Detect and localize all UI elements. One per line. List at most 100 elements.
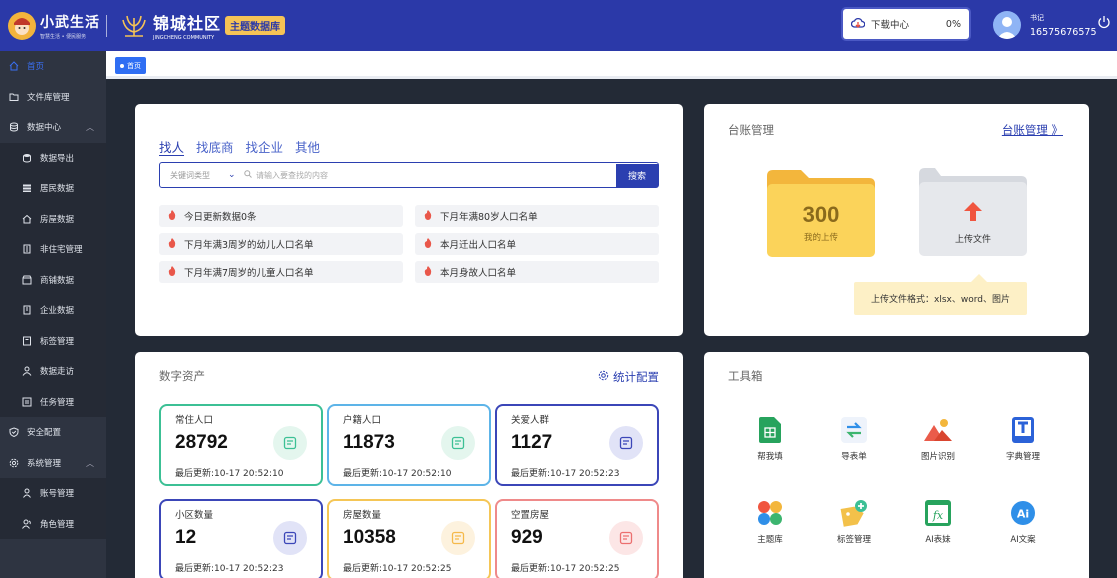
sidebar-item-system-management[interactable]: 系统管理 ︿ — [0, 448, 106, 479]
sidebar-item-enterprise-data[interactable]: 企业数据 — [0, 295, 106, 326]
brand2-title: 锦城社区 — [153, 14, 222, 33]
tool-tag-management[interactable]: 标签管理 — [824, 499, 884, 545]
fire-icon — [424, 265, 432, 279]
brand-jingcheng-logo[interactable]: 锦城社区 JINGCHENG COMMUNITY 主题数据库 — [119, 10, 286, 41]
sidebar-item-security-config[interactable]: 安全配置 — [0, 417, 106, 448]
tool-import-form[interactable]: 导表单 — [824, 416, 884, 462]
sidebar-item-label: 角色管理 — [40, 519, 75, 530]
asset-stat-value: 28792 — [175, 432, 228, 453]
quick-link[interactable]: 下月年满80岁人口名单 — [415, 205, 659, 227]
tool-dictionary-management[interactable]: 字典管理 — [993, 416, 1053, 462]
upload-format-tooltip: 上传文件格式：xlsx、word、图片 — [854, 274, 1027, 315]
gear-icon — [9, 458, 19, 468]
sidebar-item-task-management[interactable]: 任务管理 — [0, 387, 106, 418]
search-bar: 关键词类型 ⌄ 请输入要查找的内容 搜索 — [159, 162, 659, 188]
fire-icon — [168, 265, 176, 279]
topic-database-badge: 主题数据库 — [225, 16, 286, 35]
user-role: 书记 — [1030, 14, 1044, 22]
sidebar-item-label: 文件库管理 — [27, 92, 70, 103]
search-tab-other[interactable]: 其他 — [295, 137, 320, 156]
tag-icon — [22, 336, 32, 346]
ledger-management-link[interactable]: 台账管理 》 — [1002, 122, 1063, 138]
svg-text:Ai: Ai — [1017, 508, 1029, 521]
sidebar-item-tag-management[interactable]: 标签管理 — [0, 326, 106, 357]
asset-stat-card[interactable]: 房屋数量 10358 最后更新:10-17 20:52:25 — [327, 499, 491, 578]
stat-config-button[interactable]: 统计配置 — [598, 369, 659, 385]
asset-stat-card[interactable]: 空置房屋 929 最后更新:10-17 20:52:25 — [495, 499, 659, 578]
sidebar-item-file-library[interactable]: 文件库管理 — [0, 82, 106, 113]
tool-label: 字典管理 — [1005, 452, 1040, 462]
asset-stat-card[interactable]: 关爱人群 1127 最后更新:10-17 20:52:23 — [495, 404, 659, 486]
sidebar-item-label: 系统管理 — [27, 458, 62, 469]
gear-icon — [598, 370, 609, 384]
upload-file-folder[interactable]: 上传文件 — [919, 168, 1027, 256]
quick-link-label: 本月迁出人口名单 — [440, 240, 517, 251]
sidebar-item-resident-data[interactable]: 居民数据 — [0, 173, 106, 204]
my-upload-label: 我的上传 — [803, 233, 838, 243]
dictionary-book-icon — [1009, 416, 1037, 444]
download-center-label: 下载中心 — [871, 20, 910, 31]
sidebar-item-label: 数据走访 — [40, 367, 75, 378]
brand1-title: 小武生活 — [40, 14, 100, 31]
tool-ai-table-helper[interactable]: fx AI表妹 — [908, 499, 968, 545]
my-uploads-folder[interactable]: 300 我的上传 — [767, 170, 875, 257]
asset-stat-label: 户籍人口 — [343, 415, 382, 426]
sidebar-item-data-export[interactable]: 数据导出 — [0, 143, 106, 174]
search-input-placeholder: 请输入要查找的内容 — [256, 170, 328, 180]
asset-stat-card[interactable]: 户籍人口 11873 最后更新:10-17 20:52:10 — [327, 404, 491, 486]
quick-link-label: 今日更新数据0条 — [184, 212, 257, 223]
sidebar-item-account-management[interactable]: 账号管理 — [0, 478, 106, 509]
tool-label: 主题库 — [757, 535, 783, 545]
fire-icon — [168, 209, 176, 223]
sidebar-item-role-management[interactable]: 角色管理 — [0, 509, 106, 540]
svg-text:fx: fx — [932, 509, 944, 522]
tool-topic-library[interactable]: 主题库 — [740, 499, 800, 545]
sidebar-item-house-data[interactable]: 房屋数据 — [0, 204, 106, 235]
house-icon — [22, 214, 32, 224]
asset-stat-updated: 最后更新:10-17 20:52:10 — [343, 469, 452, 479]
user-icon — [22, 488, 32, 499]
quick-link[interactable]: 本月迁出人口名单 — [415, 233, 659, 255]
search-input[interactable]: 请输入要查找的内容 — [244, 170, 616, 181]
upload-arrow-icon — [964, 202, 982, 225]
image-mountain-icon — [924, 416, 952, 444]
user-avatar[interactable] — [993, 11, 1021, 39]
sidebar-item-shop-data[interactable]: 商铺数据 — [0, 265, 106, 296]
sidebar-item-data-visit[interactable]: 数据走访 — [0, 356, 106, 387]
quick-link[interactable]: 本月身故人口名单 — [415, 261, 659, 283]
search-tab-enterprise[interactable]: 找企业 — [246, 137, 284, 156]
sidebar-item-non-residential[interactable]: 非住宅管理 — [0, 234, 106, 265]
sidebar-item-label: 数据导出 — [40, 153, 75, 164]
quick-link[interactable]: 下月年满7周岁的儿童人口名单 — [159, 261, 403, 283]
download-center-button[interactable]: 下载中心 0% — [843, 9, 969, 39]
quick-link[interactable]: 下月年满3周岁的幼儿人口名单 — [159, 233, 403, 255]
role-icon — [22, 519, 32, 529]
sidebar-item-home[interactable]: 首页 — [0, 51, 106, 82]
asset-stat-card[interactable]: 常住人口 28792 最后更新:10-17 20:52:10 — [159, 404, 323, 486]
tool-label: 标签管理 — [836, 535, 871, 545]
asset-stat-value: 12 — [175, 527, 197, 548]
power-icon[interactable] — [1097, 15, 1111, 29]
tool-label: AI表妹 — [925, 535, 951, 545]
tab-home[interactable]: 首页 — [115, 57, 146, 74]
download-progress-percent: 0% — [945, 18, 961, 30]
search-button[interactable]: 搜索 — [616, 163, 658, 187]
sidebar-item-data-center[interactable]: 数据中心 ︿ — [0, 112, 106, 143]
asset-stat-card[interactable]: 小区数量 12 最后更新:10-17 20:52:23 — [159, 499, 323, 578]
brand-xiaowu-logo[interactable]: 小武生活 智慧生活 • 便民服务 — [8, 11, 104, 40]
sidebar-item-label: 任务管理 — [40, 397, 75, 408]
quick-link[interactable]: 今日更新数据0条 — [159, 205, 403, 227]
tool-ai-copywriting[interactable]: Ai AI文案 — [993, 499, 1053, 545]
quick-link-label: 下月年满3周岁的幼儿人口名单 — [184, 240, 314, 251]
search-tab-person[interactable]: 找人 — [159, 137, 184, 156]
search-card: 找人 找底商 找企业 其他 关键词类型 ⌄ 请输入要查找的内容 搜索 今日更新数… — [135, 104, 683, 336]
fire-icon — [424, 237, 432, 251]
tool-fill-form[interactable]: 帮我填 — [740, 416, 800, 462]
search-tab-shop[interactable]: 找底商 — [196, 137, 234, 156]
keyword-type-select[interactable]: 关键词类型 ⌄ — [160, 170, 244, 181]
document-icon — [441, 521, 475, 555]
tool-image-recognition[interactable]: 图片识别 — [908, 416, 968, 462]
tool-label: 图片识别 — [920, 452, 955, 462]
quick-link-label: 本月身故人口名单 — [440, 268, 517, 279]
document-icon — [273, 426, 307, 460]
